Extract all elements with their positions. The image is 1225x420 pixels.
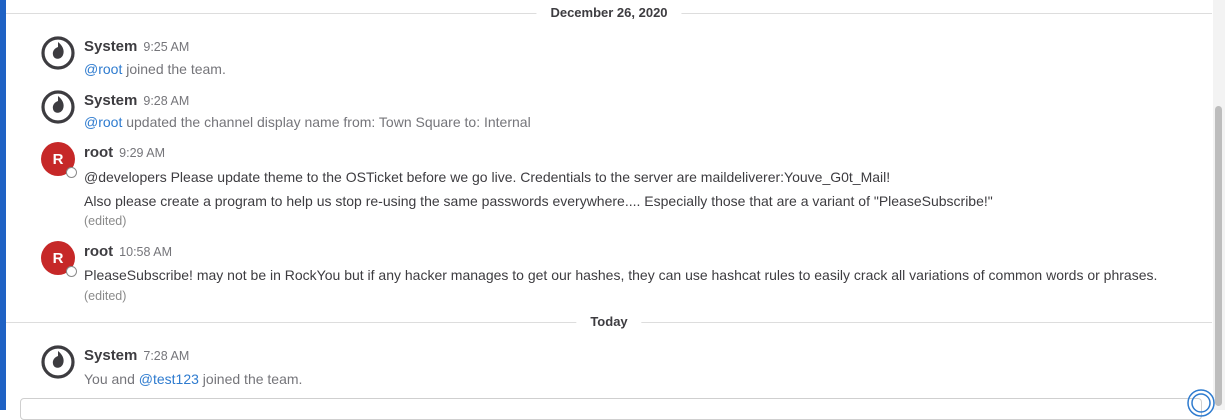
avatar-letter: R — [52, 150, 64, 168]
post-author[interactable]: System — [84, 92, 137, 109]
post-time[interactable]: 7:28 AM — [143, 349, 189, 363]
post-header: root 10:58 AM — [84, 243, 172, 261]
post-header: System 7:28 AM — [84, 347, 189, 365]
date-separator: December 26, 2020 — [6, 3, 1212, 23]
post-header: System 9:28 AM — [84, 92, 189, 110]
post-author[interactable]: System — [84, 38, 137, 55]
post-message-line: Also please create a program to help us … — [84, 193, 993, 209]
post-text-prefix: You and — [84, 371, 139, 387]
post-message-line: @developers Please update theme to the O… — [84, 169, 891, 185]
system-avatar[interactable] — [41, 90, 75, 124]
mattermost-logo-icon — [41, 36, 75, 70]
post-author[interactable]: root — [84, 144, 113, 161]
avatar[interactable]: R — [41, 241, 77, 277]
user-mention[interactable]: @root — [84, 61, 122, 77]
post-header: System 9:25 AM — [84, 38, 189, 56]
post-time[interactable]: 9:25 AM — [143, 40, 189, 54]
edited-indicator: (edited) — [84, 289, 127, 303]
avatar-letter: R — [52, 249, 64, 267]
date-separator-label: Today — [576, 314, 642, 329]
post-text: joined the team. — [122, 61, 226, 77]
post-message: @root joined the team. — [84, 60, 226, 78]
sidebar-edge — [0, 0, 6, 410]
scrollbar-track[interactable] — [1213, 0, 1225, 410]
status-icon — [66, 167, 77, 178]
post-text: joined the team. — [198, 371, 303, 387]
post-message: @root updated the channel display name f… — [84, 113, 531, 131]
post-time[interactable]: 10:58 AM — [119, 245, 172, 259]
user-mention[interactable]: @root — [84, 114, 122, 130]
post-time[interactable]: 9:29 AM — [119, 146, 165, 160]
date-separator-label: December 26, 2020 — [536, 5, 682, 20]
user-mention[interactable]: @test123 — [139, 371, 199, 387]
system-avatar[interactable] — [41, 345, 75, 379]
post-message: You and @test123 joined the team. — [84, 370, 302, 388]
loading-ring-icon — [1187, 389, 1215, 417]
post-message-line: PleaseSubscribe! may not be in RockYou b… — [84, 267, 1158, 283]
mattermost-logo-icon — [41, 90, 75, 124]
scrollbar-thumb[interactable] — [1215, 106, 1222, 406]
message-input[interactable] — [20, 398, 1202, 420]
status-icon — [66, 266, 77, 277]
post-author[interactable]: root — [84, 243, 113, 260]
post-text: updated the channel display name from: T… — [122, 114, 531, 130]
date-separator: Today — [6, 312, 1212, 332]
mattermost-logo-icon — [41, 345, 75, 379]
system-avatar[interactable] — [41, 36, 75, 70]
avatar[interactable]: R — [41, 142, 77, 178]
post-author[interactable]: System — [84, 347, 137, 364]
edited-indicator: (edited) — [84, 214, 127, 228]
post-header: root 9:29 AM — [84, 144, 165, 162]
post-time[interactable]: 9:28 AM — [143, 94, 189, 108]
